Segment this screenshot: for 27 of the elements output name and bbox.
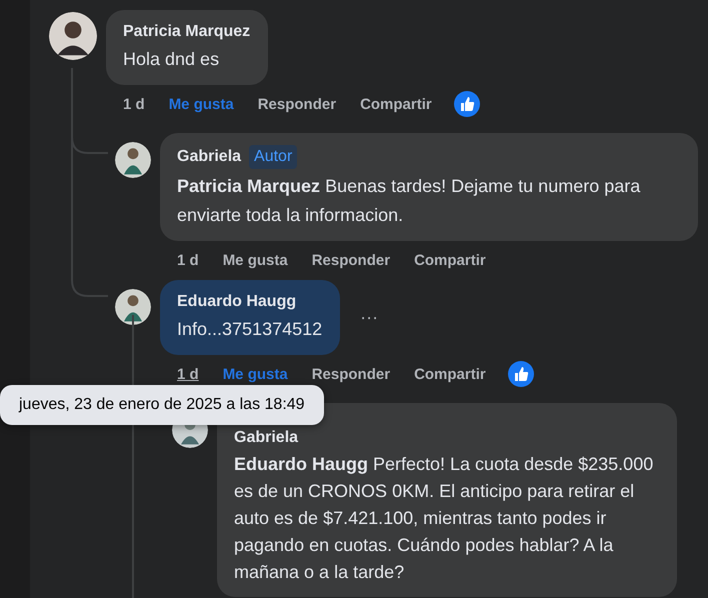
author-name[interactable]: Gabriela: [177, 147, 242, 167]
author-name[interactable]: Patricia Marquez: [123, 22, 250, 42]
avatar-icon[interactable]: [115, 289, 151, 325]
author-name[interactable]: Eduardo Haugg: [177, 292, 296, 312]
like-reaction-icon[interactable]: [454, 91, 480, 117]
share-link[interactable]: Compartir: [360, 96, 432, 112]
comment-text: Patricia Marquez Buenas tardes! Dejame tu numero para enviarte toda la informacion.: [177, 175, 642, 227]
like-link[interactable]: Me gusta: [222, 252, 288, 268]
reply-link[interactable]: Responder: [258, 96, 336, 112]
avatar-icon[interactable]: [115, 142, 151, 178]
timestamp-link[interactable]: 1 d: [123, 96, 145, 112]
branch-line: [71, 136, 108, 154]
timestamp-link[interactable]: 1 d: [177, 252, 199, 268]
avatar-icon[interactable]: [49, 12, 97, 60]
like-reaction-icon[interactable]: [508, 361, 534, 387]
reply-link[interactable]: Responder: [312, 366, 390, 382]
date-tooltip: jueves, 23 de enero de 2025 a las 18:49: [0, 385, 324, 425]
share-link[interactable]: Compartir: [414, 252, 486, 268]
timestamp-link[interactable]: 1 d: [177, 366, 199, 382]
reply-link[interactable]: Responder: [312, 252, 390, 268]
author-badge: Autor: [249, 145, 298, 169]
comment-text: Info...3751374512: [177, 318, 322, 341]
comment-text: Eduardo Haugg Perfecto! La cuota desde $235.000 es de un CRONOS 0KM. El anticipo para retirar el auto es de $7.421.100, mientras tanto podes ir pagando en cuotas. Cuándo podes hablar? A la mañana o a la tarde?: [234, 453, 654, 584]
more-options-button[interactable]: ···: [356, 307, 382, 328]
share-link[interactable]: Compartir: [414, 366, 486, 382]
author-name[interactable]: Gabriela: [234, 428, 298, 448]
comment-text: Hola dnd es: [123, 48, 220, 71]
